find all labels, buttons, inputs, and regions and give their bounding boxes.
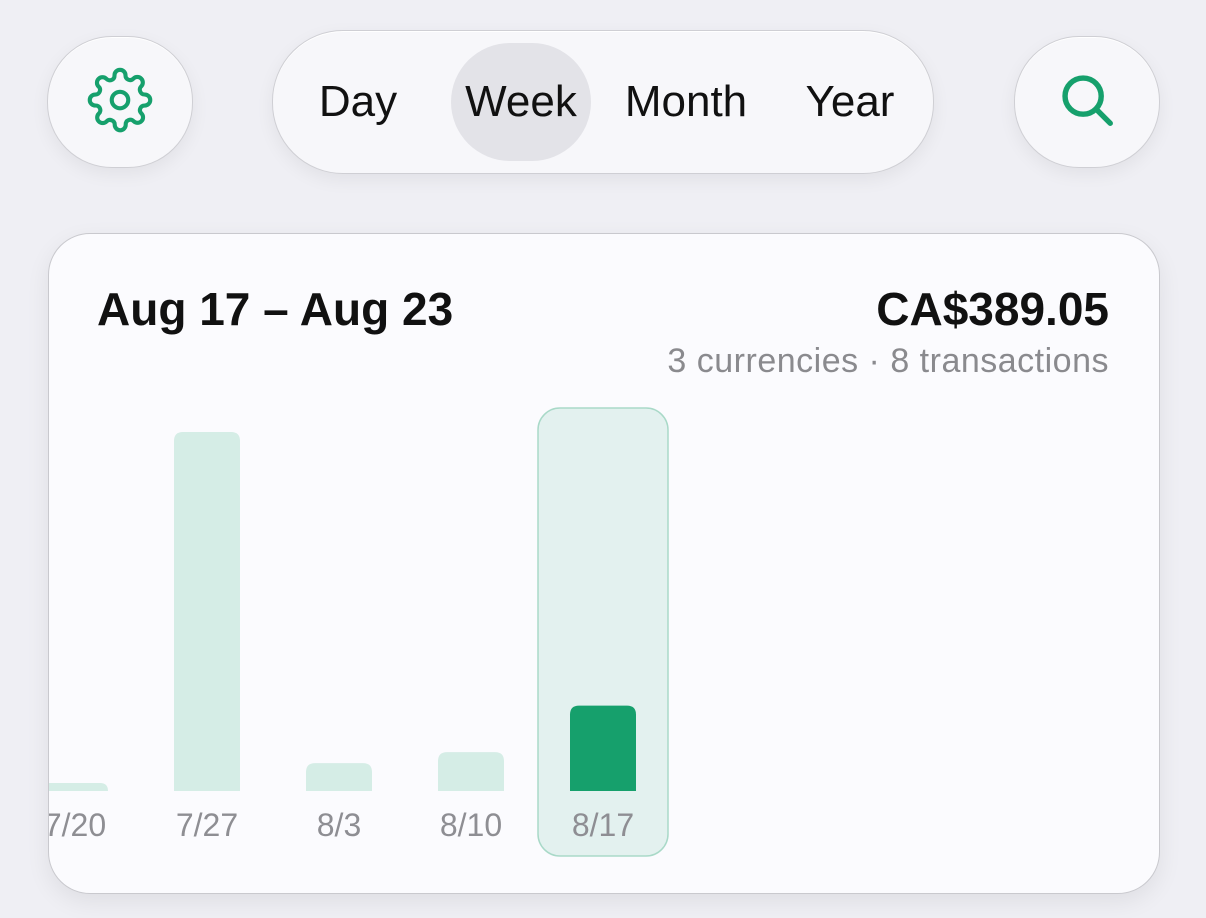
bar-8-10[interactable]: [438, 752, 504, 791]
bar-7-20[interactable]: [49, 783, 108, 791]
period-segmented-control: Day Week Month Year: [272, 30, 934, 174]
period-year[interactable]: Year: [777, 43, 923, 161]
gear-icon: [87, 67, 153, 138]
bar-7-27[interactable]: [174, 432, 240, 791]
period-month[interactable]: Month: [611, 43, 761, 161]
x-tick-label: 7/27: [176, 807, 238, 843]
x-tick-label: 8/10: [440, 807, 502, 843]
weekly-spending-chart: 7/20 7/27 8/3 8/10 8/17: [49, 407, 669, 857]
x-tick-label: 7/20: [49, 807, 106, 843]
search-icon: [1056, 69, 1118, 136]
settings-button[interactable]: [47, 36, 193, 168]
period-day[interactable]: Day: [285, 43, 431, 161]
period-week[interactable]: Week: [451, 43, 591, 161]
x-tick-label: 8/3: [317, 807, 361, 843]
bar-8-17[interactable]: [570, 705, 636, 791]
spending-summary-card: Aug 17 – Aug 23 CA$389.05 3 currencies ·…: [48, 233, 1160, 894]
bar-8-3[interactable]: [306, 763, 372, 791]
x-tick-label: 8/17: [572, 807, 634, 843]
search-button[interactable]: [1014, 36, 1160, 168]
